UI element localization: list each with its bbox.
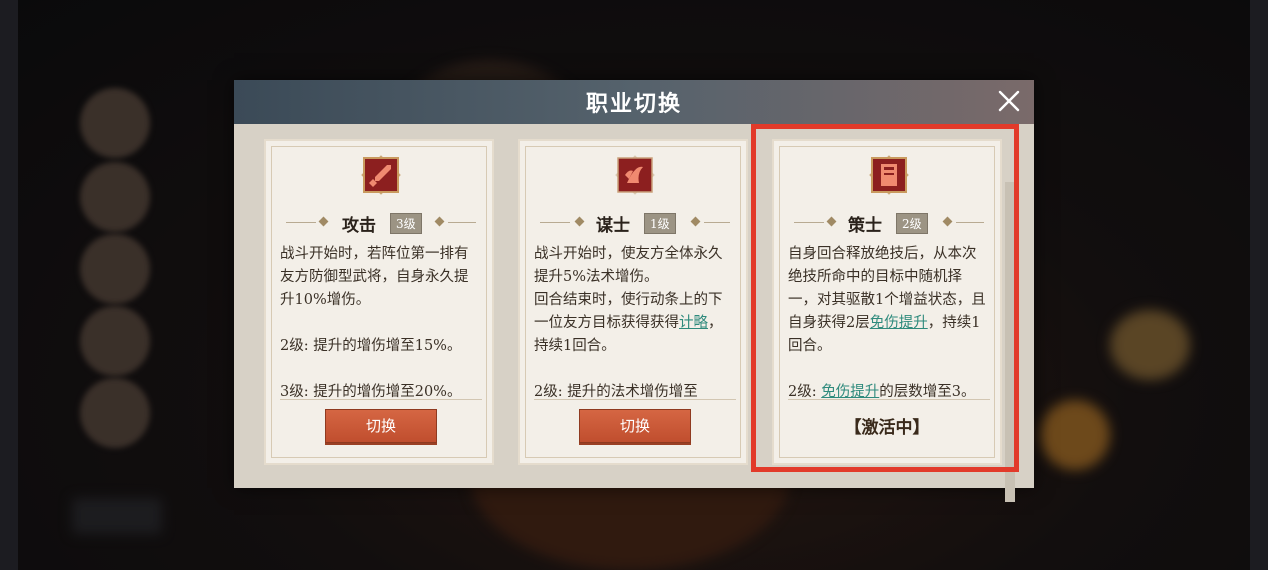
desc-text: 战斗开始时，若阵位第一排有友方防御型武将，自身永久提升10%增伤。 (280, 246, 469, 308)
diamond-ornament (318, 216, 329, 227)
desc-text: 3级: 提升的增伤增至20%。 (280, 384, 462, 399)
sword-icon (361, 155, 401, 195)
divider (534, 399, 736, 400)
level-badge: 1级 (644, 213, 676, 234)
switch-button[interactable]: 切换 (579, 409, 691, 443)
close-icon[interactable] (996, 88, 1022, 114)
card-name: 攻击 (342, 216, 376, 236)
divider (448, 222, 476, 223)
claw-icon (615, 155, 655, 195)
card-description: 战斗开始时，使友方全体永久提升5%法术增伤。 回合结束时，使行动条上的下一位友方… (534, 243, 734, 399)
desc-text: 2级: 提升的增伤增至15%。 (280, 338, 462, 354)
modal-header: 职业切换 (234, 80, 1034, 124)
divider (704, 222, 730, 223)
modal-title: 职业切换 (585, 91, 682, 117)
card-title-row: 谋士 1级 (520, 211, 746, 236)
highlight-box (751, 124, 1019, 472)
level-badge: 3级 (390, 213, 422, 234)
card-name: 谋士 (596, 216, 630, 236)
job-card-attack: 攻击 3级 战斗开始时，若阵位第一排有友方防御型武将，自身永久提升10%增伤。 … (264, 139, 494, 465)
desc-text: 2级: 提升的法术增伤增至 (534, 384, 698, 399)
desc-text: 战斗开始时，使友方全体永久提升5%法术增伤。 (534, 246, 723, 285)
job-card-strategist: 谋士 1级 战斗开始时，使友方全体永久提升5%法术增伤。 回合结束时，使行动条上… (518, 139, 748, 465)
keyword-link[interactable]: 计略 (679, 315, 708, 331)
switch-button[interactable]: 切换 (325, 409, 437, 443)
divider (540, 222, 570, 223)
diamond-ornament (434, 216, 445, 227)
divider (280, 399, 482, 400)
desc-text: 回合结束时，使行动条上的下一位友方目标获得获得计略，持续1回合。 (534, 289, 734, 358)
card-title-row: 攻击 3级 (266, 211, 492, 236)
card-description: 战斗开始时，若阵位第一排有友方防御型武将，自身永久提升10%增伤。 2级: 提升… (280, 243, 480, 399)
diamond-ornament (690, 216, 701, 227)
divider (286, 222, 316, 223)
diamond-ornament (574, 216, 585, 227)
